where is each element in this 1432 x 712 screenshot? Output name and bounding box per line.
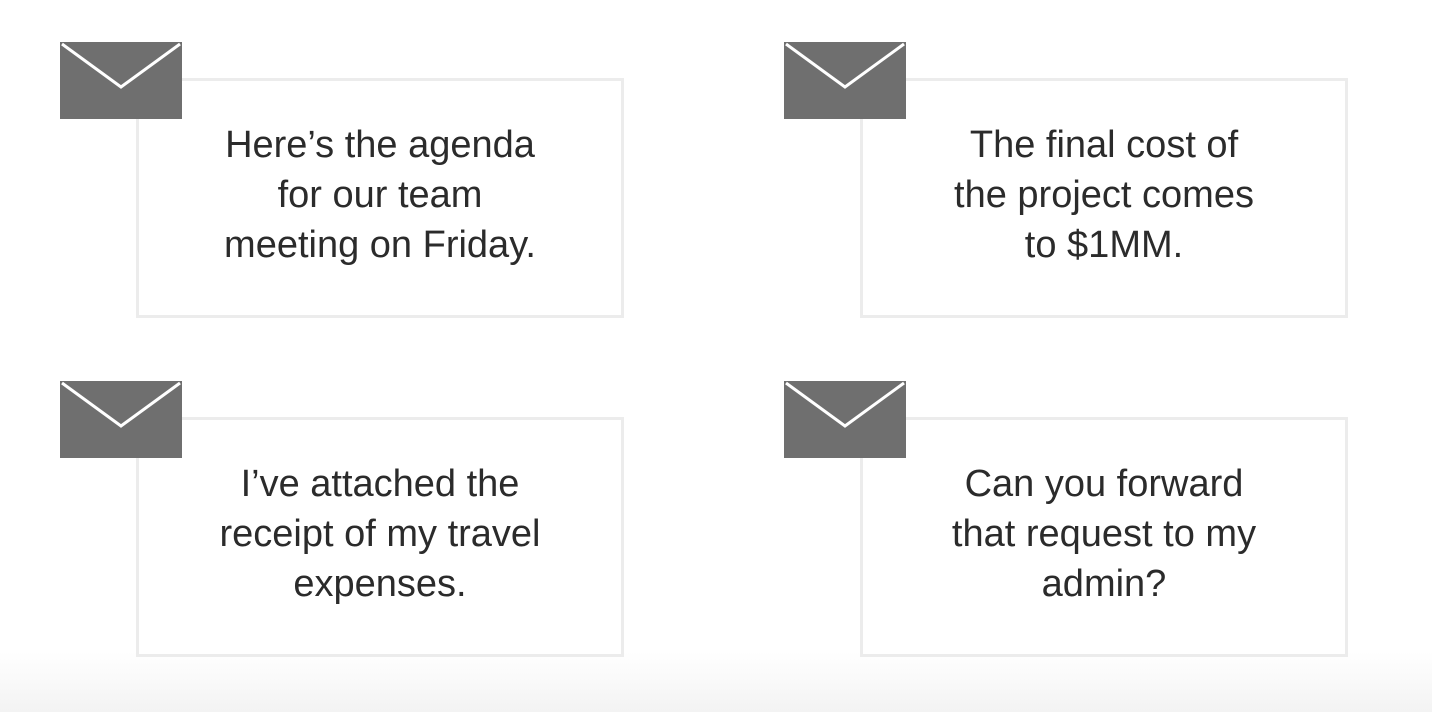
email-message-box: Can you forward that request to my admin… (860, 417, 1348, 657)
email-card: Here’s the agenda for our team meeting o… (60, 42, 624, 318)
email-message-text: Can you forward that request to my admin… (951, 463, 1257, 605)
email-message-text: The final cost of the project comes to $… (954, 124, 1254, 266)
email-message-box: Here’s the agenda for our team meeting o… (136, 78, 624, 318)
email-message-box: The final cost of the project comes to $… (860, 78, 1348, 318)
email-message-text: I’ve attached the receipt of my travel e… (219, 463, 541, 605)
envelope-icon (60, 42, 182, 119)
bottom-fade (0, 652, 1432, 712)
email-card: The final cost of the project comes to $… (784, 42, 1348, 318)
envelope-icon (784, 42, 906, 119)
email-card: Can you forward that request to my admin… (784, 381, 1348, 657)
envelope-icon (784, 381, 906, 458)
envelope-icon (60, 381, 182, 458)
email-card: I’ve attached the receipt of my travel e… (60, 381, 624, 657)
email-message-text: Here’s the agenda for our team meeting o… (224, 124, 536, 266)
email-message-box: I’ve attached the receipt of my travel e… (136, 417, 624, 657)
